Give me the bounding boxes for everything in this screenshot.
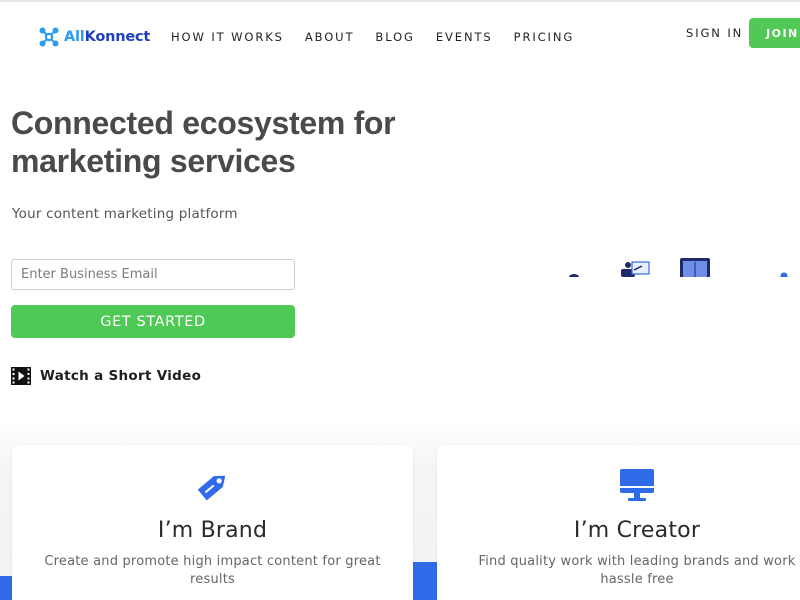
nav-how-it-works[interactable]: HOW IT WORKS: [171, 30, 284, 44]
nav-blog[interactable]: BLOG: [375, 30, 414, 44]
book-icon: [680, 258, 710, 277]
join-button[interactable]: JOIN: [749, 18, 800, 48]
creator-card[interactable]: I’m Creator Find quality work with leadi…: [437, 445, 800, 600]
price-tag-icon: [197, 475, 225, 501]
creator-card-title: I’m Creator: [573, 518, 701, 543]
hero-subtitle: Your content marketing platform: [12, 206, 238, 222]
logo-wordmark-all: All: [64, 29, 85, 45]
presenter-icon: [621, 261, 650, 277]
allkonnect-logo[interactable]: AllKonnect: [38, 26, 150, 48]
sign-in-link[interactable]: SIGN IN: [686, 26, 743, 40]
hero-illustration: [569, 258, 788, 277]
get-started-button[interactable]: GET STARTED: [11, 305, 295, 338]
film-play-icon: [11, 367, 31, 385]
business-email-input[interactable]: [11, 259, 295, 290]
watch-video-label: Watch a Short Video: [40, 368, 202, 384]
nav-about[interactable]: ABOUT: [305, 30, 355, 44]
molecule-logo-icon: [39, 27, 59, 47]
decorative-blue-block: [0, 576, 12, 600]
top-divider: [0, 0, 800, 2]
brand-card[interactable]: I’m Brand Create and promote high impact…: [12, 445, 413, 600]
logo-wordmark-konnect: Konnect: [84, 29, 151, 45]
monitor-icon: [620, 469, 654, 501]
watch-video-link[interactable]: Watch a Short Video: [11, 367, 201, 385]
main-nav: HOW IT WORKS ABOUT BLOG EVENTS PRICING: [171, 30, 595, 44]
hero-title: Connected ecosystem for marketing servic…: [11, 105, 396, 179]
nav-events[interactable]: EVENTS: [436, 30, 493, 44]
nav-pricing[interactable]: PRICING: [514, 30, 575, 44]
logo-wordmark: AllKonnect: [64, 29, 150, 45]
brand-card-title: I’m Brand: [157, 518, 268, 543]
brand-card-description: Create and promote high impact content f…: [44, 554, 381, 587]
creator-card-description: Find quality work with leading brands an…: [478, 554, 796, 587]
decorative-blue-block: [412, 562, 438, 600]
